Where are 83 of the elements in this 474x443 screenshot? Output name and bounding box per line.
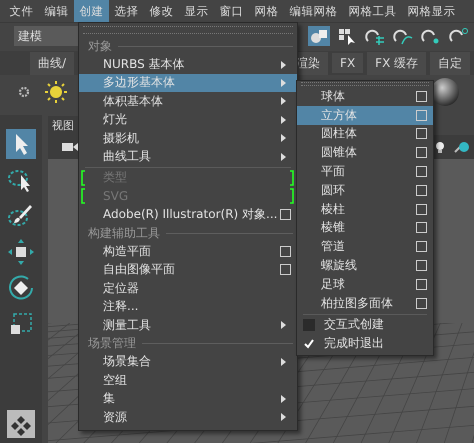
menu-bar-item[interactable]: 网格 — [249, 0, 284, 22]
menu-item[interactable]: 场景集合 — [79, 352, 297, 372]
menu-item[interactable]: 足球 — [297, 274, 433, 294]
menu-item[interactable]: 自由图像平面 — [79, 260, 297, 280]
option-box-icon[interactable] — [416, 298, 427, 309]
submenu-arrow-icon — [281, 413, 286, 421]
move-icon[interactable] — [6, 237, 36, 267]
menu-item[interactable]: Adobe(R) Illustrator(R) 对象... — [79, 206, 297, 224]
option-box-icon[interactable] — [416, 184, 427, 196]
shelf-tab[interactable]: FX 缓存 — [367, 52, 426, 74]
option-box-icon[interactable] — [416, 166, 427, 178]
menu-item[interactable]: 曲线工具 — [79, 147, 297, 166]
menu-bar-item[interactable]: 显示 — [179, 0, 214, 22]
menu-bar-item[interactable]: 修改 — [144, 0, 179, 22]
menu-item[interactable]: 集 — [79, 389, 297, 408]
grid-select-icon[interactable] — [336, 26, 358, 46]
object-mode-icon[interactable] — [308, 26, 330, 46]
menu-bar-item[interactable]: 窗口 — [214, 0, 249, 22]
menu-item[interactable]: 棱柱 — [297, 200, 433, 219]
option-box-icon[interactable] — [280, 264, 291, 276]
menu-bar-item[interactable]: 选择 — [109, 0, 144, 22]
layout-icon[interactable] — [6, 409, 36, 439]
option-box-icon[interactable] — [416, 90, 427, 102]
submenu-arrow-icon — [281, 152, 286, 161]
menu-item[interactable]: 交互式创建 — [297, 316, 433, 334]
menu-section-header: 场景管理 — [88, 334, 136, 352]
shaded-ball-icon[interactable] — [454, 140, 470, 154]
shelf-tab[interactable]: 曲线/ — [30, 52, 74, 74]
menu-bar-item[interactable]: 编辑 — [39, 0, 74, 22]
panel-menu-tab[interactable]: 视图 — [48, 116, 78, 135]
option-box-icon[interactable] — [416, 241, 427, 252]
submenu-arrow-icon — [281, 321, 286, 330]
menu-item[interactable]: 平面 — [297, 162, 433, 181]
menu-section-header: 构建辅助工具 — [88, 224, 160, 242]
menu-bar-item[interactable]: 网格显示 — [402, 0, 461, 22]
menu-item[interactable]: 完成时退出 — [297, 334, 433, 354]
menu-item[interactable]: 构造平面 — [79, 242, 297, 261]
submenu-arrow-icon — [281, 97, 286, 106]
submenu-arrow-icon — [281, 78, 286, 87]
menu-item[interactable]: 螺旋线 — [297, 256, 433, 275]
submenu-arrow-icon — [281, 60, 286, 69]
menu-item[interactable]: 测量工具 — [79, 316, 297, 334]
menu-bar-item[interactable]: 网格工具 — [343, 0, 402, 22]
bracket-icon — [289, 188, 294, 204]
menu-item[interactable]: 空组 — [79, 371, 297, 390]
menu-section-header: 对象 — [88, 38, 112, 55]
menu-bar-item[interactable]: 文件 — [4, 0, 39, 22]
submenu-arrow-icon — [281, 394, 286, 403]
menu-item[interactable]: 管道 — [297, 237, 433, 256]
submenu-arrow-icon — [281, 358, 286, 366]
option-box-icon[interactable] — [280, 246, 291, 257]
camera-icon[interactable] — [62, 141, 78, 153]
menu-item[interactable]: 灯光 — [79, 110, 297, 129]
menu-item[interactable]: 柏拉图多面体 — [297, 294, 433, 313]
option-box-icon[interactable] — [416, 128, 427, 140]
menu-item[interactable]: 资源 — [79, 408, 297, 426]
option-box-icon[interactable] — [416, 204, 427, 215]
checkbox[interactable] — [303, 318, 315, 331]
option-box-icon[interactable] — [280, 209, 291, 220]
option-box-icon[interactable] — [416, 222, 427, 234]
menu-item[interactable]: 注释... — [79, 297, 297, 316]
bracket-icon — [289, 170, 294, 186]
option-box-icon[interactable] — [416, 147, 427, 158]
submenu-arrow-icon — [281, 116, 286, 124]
menu-item[interactable]: 圆环 — [297, 180, 433, 200]
menu-item[interactable]: 球体 — [297, 87, 433, 106]
option-box-icon[interactable] — [416, 260, 427, 272]
menu-bar-item[interactable]: 编辑网格 — [284, 0, 343, 22]
gear-icon[interactable] — [18, 86, 30, 98]
menu-item[interactable]: 定位器 — [79, 279, 297, 298]
menu-item[interactable]: 摄影机 — [79, 128, 297, 148]
bracket-icon — [81, 188, 86, 204]
menu-item[interactable]: 体积基本体 — [79, 92, 297, 111]
submenu-arrow-icon — [281, 134, 286, 142]
shelf-tab[interactable]: 自定 — [430, 52, 470, 74]
shelf-tab[interactable]: FX — [332, 53, 364, 73]
checkbox[interactable] — [303, 338, 315, 350]
menu-item[interactable]: 棱锥 — [297, 218, 433, 238]
menu-item[interactable]: 圆柱体 — [297, 124, 433, 144]
bracket-icon — [81, 170, 86, 186]
menu-item[interactable]: 圆锥体 — [297, 143, 433, 162]
sun-icon[interactable] — [44, 80, 68, 104]
option-box-icon[interactable] — [416, 278, 427, 290]
